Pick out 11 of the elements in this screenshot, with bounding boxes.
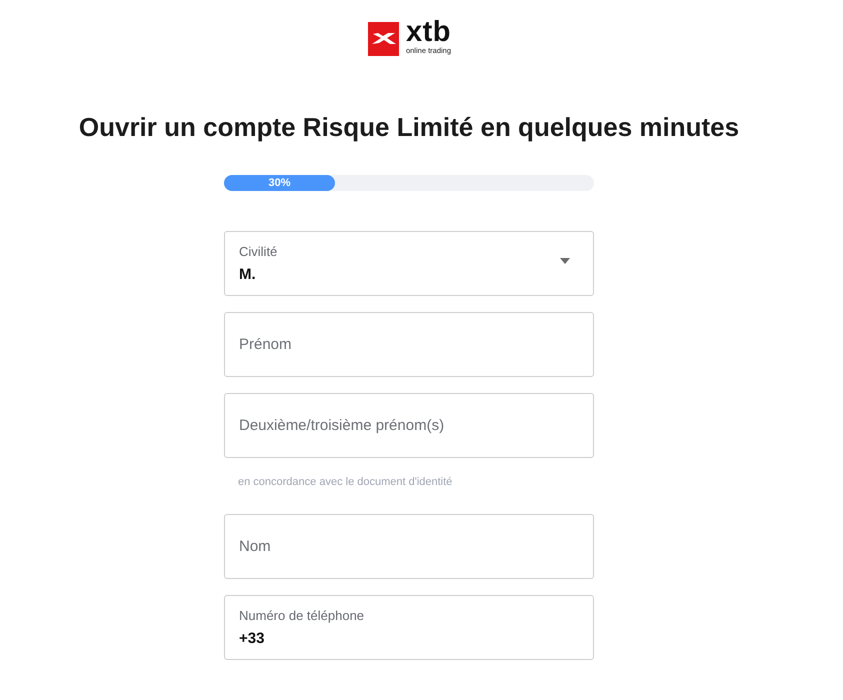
caret-icon: [560, 258, 570, 264]
text-field[interactable]: Numéro de téléphone +33: [224, 595, 594, 660]
text-field[interactable]: Deuxième/troisième prénom(s): [224, 393, 594, 458]
field-hint: en concordance avec le document d'identité: [238, 475, 452, 489]
text-field[interactable]: Nom: [224, 514, 594, 579]
logo-icon: [368, 22, 399, 56]
select-field[interactable]: Civilité M.: [224, 231, 594, 296]
text-field[interactable]: Prénom: [224, 312, 594, 377]
progress-reading: 30%: [268, 177, 291, 189]
logo-wordmark: xtb: [406, 19, 452, 46]
page-title: Ouvrir un compte Risque Limité en quelques minutes: [78, 111, 740, 143]
